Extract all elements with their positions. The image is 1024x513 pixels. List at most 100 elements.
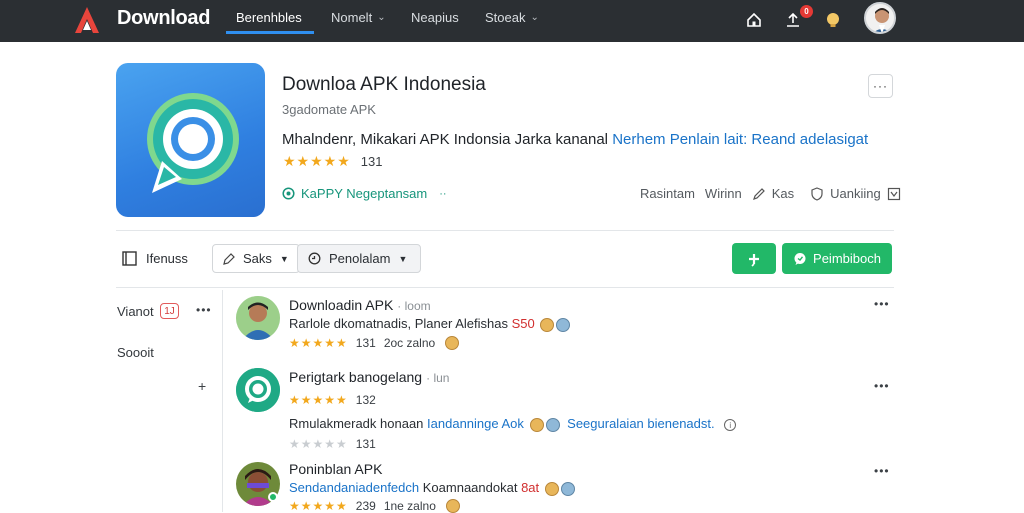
emoji-icon	[544, 481, 559, 496]
nav-tab-label: Nomelt	[331, 10, 373, 25]
app-icon	[116, 63, 265, 217]
left-nav-badge: 1J	[160, 303, 179, 319]
review-more-icon[interactable]: •••	[874, 379, 890, 393]
top-navbar: Download Berenhbles Nomelt ⌄ Neapius Sto…	[0, 0, 1024, 42]
active-tab-indicator	[226, 31, 314, 34]
description-text: Mhalndenr, Mikakari APK Indonsia Jarka k…	[282, 131, 609, 148]
review-highlight: S50	[511, 316, 535, 331]
rating-stars: ★★★★★	[283, 153, 351, 169]
home-icon[interactable]	[743, 9, 765, 31]
app-rating: ★★★★★ 131	[283, 153, 382, 170]
action-kas[interactable]: Kas	[772, 186, 794, 201]
review-meta: · loom	[397, 299, 431, 313]
review-stars: ★★★★★	[289, 336, 348, 350]
rating-count: 131	[360, 154, 383, 169]
review-count: 132	[355, 393, 376, 407]
left-nav-soooit[interactable]: Soooit	[117, 345, 154, 360]
toolbar-label: Penolalam	[329, 251, 391, 266]
info-icon[interactable]: i	[724, 419, 737, 431]
caret-down-icon: ▼	[279, 253, 289, 264]
emoji-icon	[560, 481, 575, 496]
more-dots-icon[interactable]: •••	[196, 303, 212, 317]
nav-tab-stoeak[interactable]: Stoeak ⌄	[485, 10, 539, 25]
reviewer-avatar[interactable]	[236, 368, 280, 412]
emoji-icon	[445, 336, 460, 350]
review-link[interactable]: Sendandaniadenfedch	[289, 480, 419, 495]
edit-pencil-icon[interactable]	[752, 187, 766, 201]
action-rasintam[interactable]: Rasintam	[640, 186, 695, 201]
left-nav-vianot[interactable]: Vianot	[117, 304, 154, 319]
location-pin-icon	[282, 187, 295, 200]
description-link[interactable]: Nerhem Penlain lait: Reand adelasigat	[612, 131, 868, 148]
header-divider	[116, 230, 894, 231]
primary-action-button[interactable]: Peimbiboch	[782, 243, 892, 274]
reviewer-name[interactable]: Perigtark banogelang · lun	[289, 369, 449, 385]
review-highlight: 8at	[521, 480, 540, 495]
pin-icon	[749, 253, 759, 267]
more-dots-icon: ··	[439, 187, 447, 200]
review-count: 239	[355, 499, 376, 513]
notification-badge: 0	[800, 5, 813, 18]
toolbar-ifenuss[interactable]: Ifenuss	[121, 244, 188, 273]
review-time: 2oc zalno	[383, 336, 436, 350]
review-more-icon[interactable]: •••	[874, 464, 890, 478]
reviewer-name[interactable]: Poninblan APK	[289, 461, 382, 477]
chat-bubble-icon	[147, 93, 239, 193]
review-more-icon[interactable]: •••	[874, 297, 890, 311]
review-link[interactable]: Seeguralaian bienenadst.	[567, 416, 714, 431]
flag-box-icon[interactable]	[887, 187, 901, 201]
shield-icon[interactable]	[810, 186, 824, 201]
chevron-down-icon: ⌄	[377, 12, 386, 23]
app-logo-icon[interactable]	[74, 6, 100, 34]
app-actions: Rasintam Wirinn Kas Uankiing	[640, 186, 901, 201]
reviewer-avatar[interactable]	[236, 296, 280, 340]
more-options-button[interactable]: ···	[868, 74, 893, 98]
action-uankiing[interactable]: Uankiing	[830, 186, 881, 201]
reviewer-name[interactable]: Downloadin APK · loom	[289, 297, 431, 313]
pin-button[interactable]	[732, 243, 776, 274]
review-rating: ★★★★★ 132	[289, 393, 376, 407]
review-stars: ★★★★★	[289, 437, 348, 451]
review-stars: ★★★★★	[289, 393, 348, 407]
saks-dropdown[interactable]: Saks ▼	[212, 244, 300, 273]
review-stars: ★★★★★	[289, 499, 348, 513]
review-meta: · lun	[426, 371, 450, 385]
nav-tab-neapius[interactable]: Neapius	[411, 10, 459, 25]
emoji-icon	[556, 317, 571, 332]
developer-name: KaPPY Negeptansam	[301, 186, 428, 201]
emoji-icon	[540, 317, 555, 332]
review-text: Rarlole dkomatnadis, Planer Alefishas S5…	[289, 316, 571, 332]
review-link[interactable]: Iandanninge Aok	[427, 416, 524, 431]
nav-tab-label: Stoeak	[485, 10, 526, 25]
review-body: Koamnaandokat	[422, 480, 518, 495]
nav-tab-label: Neapius	[411, 10, 459, 25]
bulb-icon[interactable]	[822, 9, 844, 31]
document-icon	[122, 251, 137, 266]
developer-link[interactable]: KaPPY Negeptansam ··	[282, 186, 447, 201]
app-title: Downloa APK Indonesia	[282, 74, 486, 95]
nav-tab-berenhbles[interactable]: Berenhbles	[236, 10, 302, 25]
review-time: 1ne zalno	[383, 499, 436, 513]
review-text: Rmulakmeradk honaan Iandanninge Aok Seeg…	[289, 416, 737, 432]
toolbar-label: Ifenuss	[146, 251, 188, 266]
clock-icon	[308, 252, 321, 265]
review-rating: ★★★★★ 131	[289, 437, 376, 451]
avatar-status-dot	[268, 492, 278, 502]
review-count: 131	[355, 437, 376, 451]
emoji-icon	[529, 417, 544, 432]
add-plus-icon[interactable]: +	[198, 378, 207, 394]
chat-icon	[794, 252, 806, 265]
app-subtitle: 3gadomate APK	[282, 102, 376, 117]
penolalam-dropdown[interactable]: Penolalam ▼	[297, 244, 421, 273]
user-avatar[interactable]	[864, 2, 896, 34]
action-wirinn[interactable]: Wirinn	[705, 186, 742, 201]
app-description: Mhalndenr, Mikakari APK Indonsia Jarka k…	[282, 131, 868, 148]
brand-title[interactable]: Download	[117, 7, 210, 30]
reviewer-name-text: Downloadin APK	[289, 297, 394, 313]
toolbar-divider	[116, 287, 894, 288]
primary-button-label: Peimbiboch	[813, 251, 881, 266]
nav-tab-nomelt[interactable]: Nomelt ⌄	[331, 10, 386, 25]
review-rating: ★★★★★ 239 1ne zalno	[289, 499, 460, 513]
caret-down-icon: ▼	[398, 253, 408, 264]
emoji-icon	[445, 499, 460, 513]
